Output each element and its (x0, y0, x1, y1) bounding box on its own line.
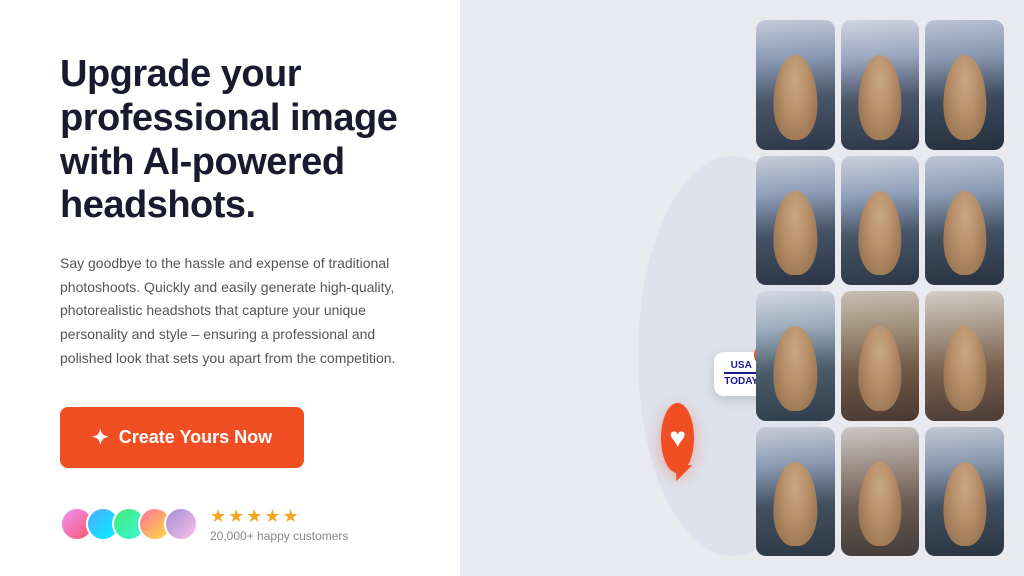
right-panel: ♥ USA TODAY ✓ (460, 0, 1024, 576)
review-count: 20,000+ happy customers (210, 529, 348, 543)
headshot-photo-8 (841, 291, 920, 421)
heart-icon: ♥ (669, 422, 686, 454)
page-wrapper: Upgrade your professional image with AI-… (0, 0, 1024, 576)
headshot-photo-7 (756, 291, 835, 421)
today-text: TODAY (724, 372, 758, 388)
magic-wand-icon: ✦ (92, 425, 109, 450)
headshot-photo-2 (841, 20, 920, 150)
hero-subtext: Say goodbye to the hassle and expense of… (60, 252, 410, 371)
usa-text: USA (724, 360, 758, 372)
left-panel: Upgrade your professional image with AI-… (0, 0, 460, 576)
headshot-photo-5 (841, 156, 920, 286)
star-rating: ★★★★★ (210, 506, 348, 527)
create-now-button[interactable]: ✦ Create Yours Now (60, 407, 304, 468)
avatar (164, 507, 198, 541)
social-proof: ★★★★★ 20,000+ happy customers (60, 506, 410, 543)
rating-group: ★★★★★ 20,000+ happy customers (210, 506, 348, 543)
cta-label: Create Yours Now (119, 427, 272, 448)
headshot-photo-10 (756, 427, 835, 557)
avatar-group (60, 507, 198, 541)
headshot-photo-4 (756, 156, 835, 286)
headshot-photo-12 (925, 427, 1004, 557)
headshot-photo-6 (925, 156, 1004, 286)
headshot-photo-3 (925, 20, 1004, 150)
hero-headline: Upgrade your professional image with AI-… (60, 53, 410, 228)
headshot-photo-9 (925, 291, 1004, 421)
headshot-photo-1 (756, 20, 835, 150)
photo-grid (756, 20, 1004, 556)
headshot-photo-11 (841, 427, 920, 557)
